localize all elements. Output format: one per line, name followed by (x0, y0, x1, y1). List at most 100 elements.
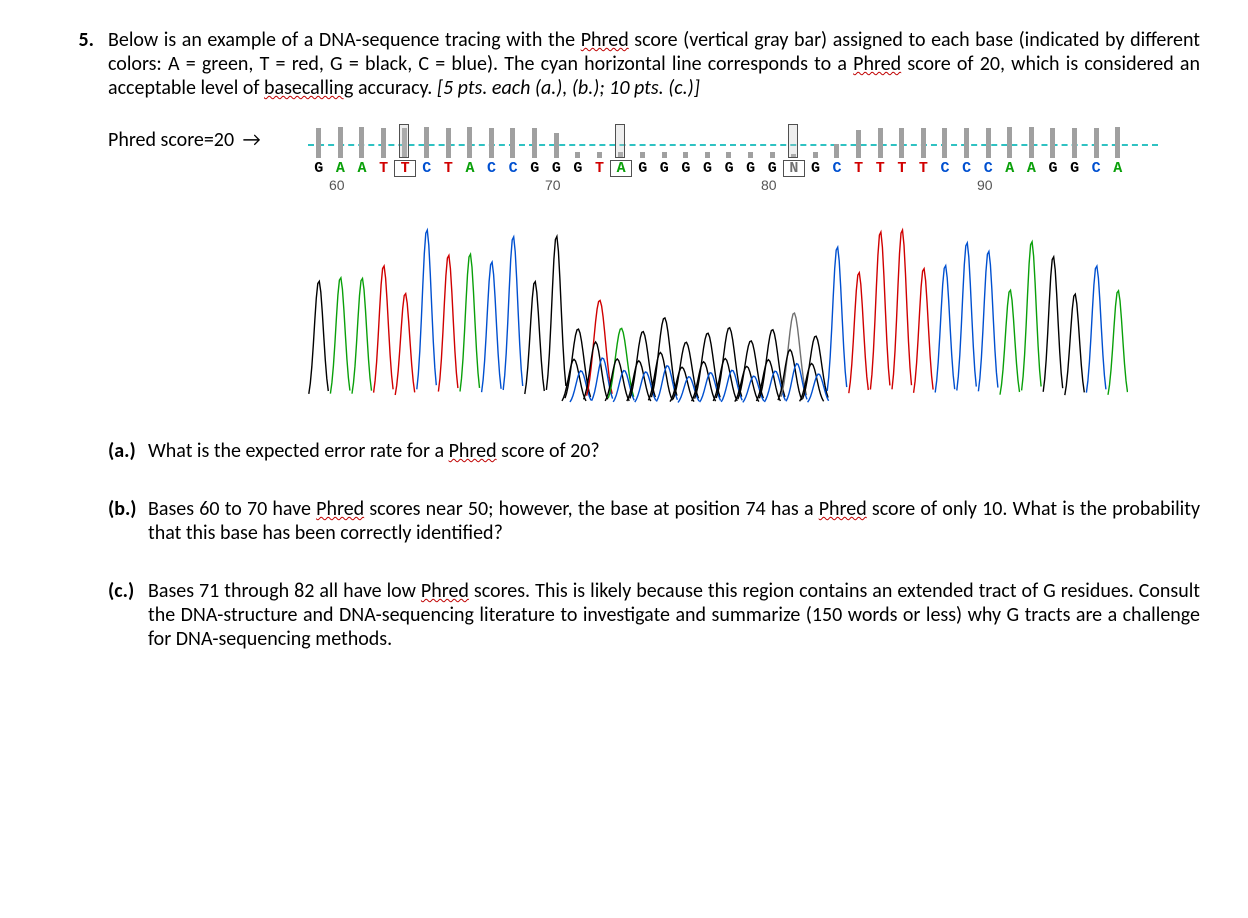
sub-c-text: Bases 71 through 82 all have low Phred s… (148, 579, 1200, 651)
phred-bar (467, 127, 472, 158)
phred-bar (359, 127, 364, 158)
phred-bar (316, 128, 321, 158)
phred-bar (1094, 128, 1099, 158)
question-number: 5. (48, 28, 108, 52)
phred-bar (446, 128, 451, 158)
sub-a-tag: (a.) (108, 439, 148, 463)
sub-b-t1: Bases 60 to 70 have (148, 497, 316, 521)
phred-bar (662, 152, 667, 158)
position-tick-60: 60 (329, 177, 345, 193)
question-block: 5. Below is an example of a DNA-sequence… (48, 28, 1200, 100)
sub-a-phred: Phred (449, 439, 497, 463)
sub-question-b: (b.) Bases 60 to 70 have Phred scores ne… (108, 497, 1200, 545)
phred-bar (705, 152, 710, 158)
phred-bar (1007, 127, 1012, 158)
sequence-base: G (697, 160, 719, 177)
sequence-base: G (761, 160, 783, 177)
phred-bar (683, 152, 688, 158)
phred-bars-area (308, 122, 1158, 158)
sequence-base: T (891, 160, 913, 177)
sequence-base: C (1085, 160, 1107, 177)
trace-peak (309, 281, 329, 394)
trace-peak (827, 247, 847, 391)
trace-peak (849, 273, 869, 394)
trace-peak (1022, 242, 1042, 391)
sequence-base: A (999, 160, 1021, 177)
trace-peak (417, 230, 437, 389)
sequence-base: T (394, 160, 416, 177)
sub-a-text: What is the expected error rate for a Ph… (148, 439, 1200, 463)
phred-bar (640, 152, 645, 158)
phred-bar (834, 144, 839, 158)
sub-b-tag: (b.) (108, 497, 148, 521)
sub-a-t2: score of 20? (497, 439, 600, 463)
intro-text-4: accuracy. (353, 76, 436, 100)
phred-bar (532, 128, 537, 158)
sequence-base: T (913, 160, 935, 177)
trace-peak (482, 262, 502, 392)
trace-peak (1043, 257, 1063, 392)
trace-peak (957, 243, 977, 391)
sequence-base: G (740, 160, 762, 177)
sub-question-a: (a.) What is the expected error rate for… (108, 439, 1200, 463)
trace-peak (330, 278, 350, 394)
phred-bar (726, 152, 731, 158)
trace-peak (1000, 290, 1020, 395)
chromatogram-figure: Phred score=20 → GAATTCTACCGGGTAGGGGGGGN… (108, 122, 1158, 405)
phred-bar-row: Phred score=20 → (108, 122, 1158, 158)
sub-c-t1: Bases 71 through 82 all have low (148, 579, 421, 603)
sequence-base: G (546, 160, 568, 177)
phred-bar (1072, 128, 1077, 158)
phred-bar (986, 128, 991, 158)
arrow-right-icon: → (243, 128, 261, 152)
sub-c-phred: Phred (421, 579, 469, 603)
phred-bar (921, 128, 926, 158)
sub-c-tag: (c.) (108, 579, 148, 603)
sequence-base: G (805, 160, 827, 177)
trace-peak (546, 236, 566, 390)
sequence-base: G (654, 160, 676, 177)
trace-svg (308, 205, 1128, 405)
sub-b-t2: scores near 50; however, the base at pos… (364, 497, 819, 521)
phred-bar (878, 128, 883, 158)
phred-bar (554, 133, 559, 158)
sequence-base: A (351, 160, 373, 177)
trace-peak (1065, 294, 1085, 395)
word-phred-1: Phred (581, 28, 629, 52)
sub-question-c: (c.) Bases 71 through 82 all have low Ph… (108, 579, 1200, 651)
phred-bar (424, 127, 429, 158)
sequence-base: A (330, 160, 352, 177)
sequence-base: A (1107, 160, 1129, 177)
sequence-base: C (977, 160, 999, 177)
trace-peak (438, 255, 458, 391)
sub-b-text: Bases 60 to 70 have Phred scores near 50… (148, 497, 1200, 545)
word-basecalling: basecalling (264, 76, 353, 100)
sequence-base: T (373, 160, 395, 177)
phred-bar-highlight (615, 124, 625, 158)
trace-peak (914, 269, 934, 393)
phred-bar (597, 152, 602, 158)
phred-bar (381, 128, 386, 158)
sequence-base: G (1042, 160, 1064, 177)
phred-bar (856, 130, 861, 158)
sequence-base: A (459, 160, 481, 177)
sub-b-phred-2: Phred (819, 497, 867, 521)
position-row: 60 70 80 90 (308, 177, 1158, 195)
trace-peak (1086, 266, 1106, 393)
sequence-base: G (308, 160, 330, 177)
sequence-base: A (1021, 160, 1043, 177)
sub-b-phred-1: Phred (316, 497, 364, 521)
points-note: [5 pts. each (a.), (b.); 10 pts. (c.)] (437, 76, 700, 100)
sequence-base: G (718, 160, 740, 177)
sequence-base: G (524, 160, 546, 177)
word-phred-2: Phred (853, 52, 901, 76)
trace-peak (1108, 291, 1128, 395)
trace-peak (460, 254, 480, 391)
trace-peak (503, 237, 523, 390)
sub-a-t1: What is the expected error rate for a (148, 439, 449, 463)
phred-label-text: Phred score=20 (108, 128, 234, 152)
question-intro: Below is an example of a DNA-sequence tr… (108, 28, 1200, 100)
phred-bar (942, 128, 947, 158)
phred-bar (899, 128, 904, 158)
chromatogram-trace (308, 205, 1128, 405)
